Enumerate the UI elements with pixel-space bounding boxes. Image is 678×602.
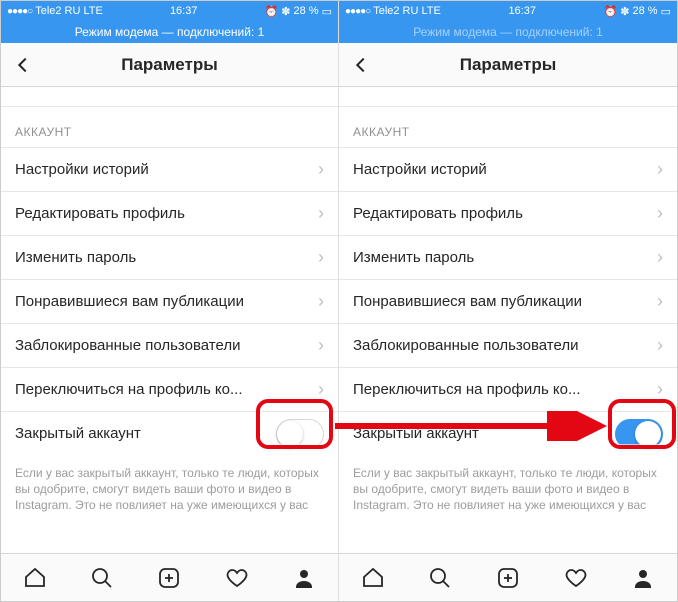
add-post-icon[interactable] [157,566,181,590]
battery-icon: ▭ [661,5,671,18]
row-label: Изменить пароль [353,249,657,266]
bluetooth-icon: ✽ [620,5,629,18]
home-icon[interactable] [361,566,385,590]
chevron-right-icon: › [318,291,324,312]
alarm-icon: ⏰ [265,5,279,18]
row-label: Понравившиеся вам публикации [15,293,318,310]
nav-bar: Параметры [1,43,338,87]
clock: 16:37 [508,5,536,17]
chevron-right-icon: › [657,247,663,268]
battery-pct: 28 % [633,5,658,17]
bluetooth-icon: ✽ [281,5,290,18]
row-label: Настройки историй [15,161,318,178]
row-truncated[interactable]: Друзья с VK [1,87,338,107]
chevron-right-icon: › [318,159,324,180]
private-account-toggle[interactable] [615,419,663,449]
page-title: Параметры [1,55,338,75]
chevron-right-icon: › [657,203,663,224]
profile-icon[interactable] [292,566,316,590]
hotspot-bar[interactable]: Режим модема — подключений: 1 [339,21,677,43]
nav-bar: Параметры [339,43,677,87]
status-bar: ●●●●○ Tele2 RU LTE 16:37 ⏰ ✽ 28 % ▭ [339,1,677,21]
screen-right: ●●●●○ Tele2 RU LTE 16:37 ⏰ ✽ 28 % ▭ Режи… [339,1,677,601]
section-header-account: АККАУНТ [1,107,338,147]
battery-icon: ▭ [322,5,332,18]
row-liked-posts[interactable]: Понравившиеся вам публикации › [339,279,677,323]
row-truncated[interactable]: Друзья с VK [339,87,677,107]
private-account-footnote: Если у вас закрытый аккаунт, только те л… [1,455,338,514]
signal-dots: ●●●●○ [7,6,32,17]
row-story-settings[interactable]: Настройки историй › [339,147,677,191]
row-private-account: Закрытый аккаунт [339,411,677,455]
chevron-right-icon: › [318,247,324,268]
settings-list: Друзья с VK АККАУНТ Настройки историй › … [1,87,338,553]
screen-left: ●●●●○ Tele2 RU LTE 16:37 ⏰ ✽ 28 % ▭ Режи… [1,1,339,601]
chevron-right-icon: › [318,203,324,224]
row-story-settings[interactable]: Настройки историй › [1,147,338,191]
row-label: Изменить пароль [15,249,318,266]
row-edit-profile[interactable]: Редактировать профиль › [339,191,677,235]
row-switch-profile[interactable]: Переключиться на профиль ко... › [1,367,338,411]
signal-dots: ●●●●○ [345,6,370,17]
status-bar: ●●●●○ Tele2 RU LTE 16:37 ⏰ ✽ 28 % ▭ [1,1,338,21]
battery-pct: 28 % [294,5,319,17]
add-post-icon[interactable] [496,566,520,590]
search-icon[interactable] [428,566,452,590]
network-label: LTE [421,5,440,17]
row-blocked-users[interactable]: Заблокированные пользователи › [339,323,677,367]
row-change-password[interactable]: Изменить пароль › [339,235,677,279]
hotspot-bar[interactable]: Режим модема — подключений: 1 [1,21,338,43]
row-label: Закрытый аккаунт [353,425,615,442]
activity-icon[interactable] [564,566,588,590]
tab-bar [339,553,677,601]
row-label: Редактировать профиль [353,205,657,222]
carrier-label: Tele2 RU [373,5,418,17]
profile-icon[interactable] [631,566,655,590]
private-account-footnote: Если у вас закрытый аккаунт, только те л… [339,455,677,514]
row-edit-profile[interactable]: Редактировать профиль › [1,191,338,235]
chevron-right-icon: › [657,379,663,400]
row-label: Редактировать профиль [15,205,318,222]
row-label: Заблокированные пользователи [15,337,318,354]
row-change-password[interactable]: Изменить пароль › [1,235,338,279]
private-account-toggle[interactable] [276,419,324,449]
row-blocked-users[interactable]: Заблокированные пользователи › [1,323,338,367]
settings-list: Друзья с VK АККАУНТ Настройки историй › … [339,87,677,553]
clock: 16:37 [170,5,198,17]
chevron-right-icon: › [657,291,663,312]
tab-bar [1,553,338,601]
page-title: Параметры [339,55,677,75]
alarm-icon: ⏰ [604,5,618,18]
carrier-label: Tele2 RU [35,5,80,17]
section-header-account: АККАУНТ [339,107,677,147]
chevron-right-icon: › [657,159,663,180]
search-icon[interactable] [90,566,114,590]
row-label: Настройки историй [353,161,657,178]
row-label: Переключиться на профиль ко... [15,381,318,398]
row-label: Заблокированные пользователи [353,337,657,354]
row-liked-posts[interactable]: Понравившиеся вам публикации › [1,279,338,323]
home-icon[interactable] [23,566,47,590]
activity-icon[interactable] [225,566,249,590]
network-label: LTE [83,5,102,17]
row-switch-profile[interactable]: Переключиться на профиль ко... › [339,367,677,411]
row-label: Закрытый аккаунт [15,425,276,442]
chevron-right-icon: › [318,379,324,400]
row-label: Понравившиеся вам публикации [353,293,657,310]
row-private-account: Закрытый аккаунт [1,411,338,455]
chevron-right-icon: › [318,335,324,356]
chevron-right-icon: › [657,335,663,356]
row-label: Переключиться на профиль ко... [353,381,657,398]
